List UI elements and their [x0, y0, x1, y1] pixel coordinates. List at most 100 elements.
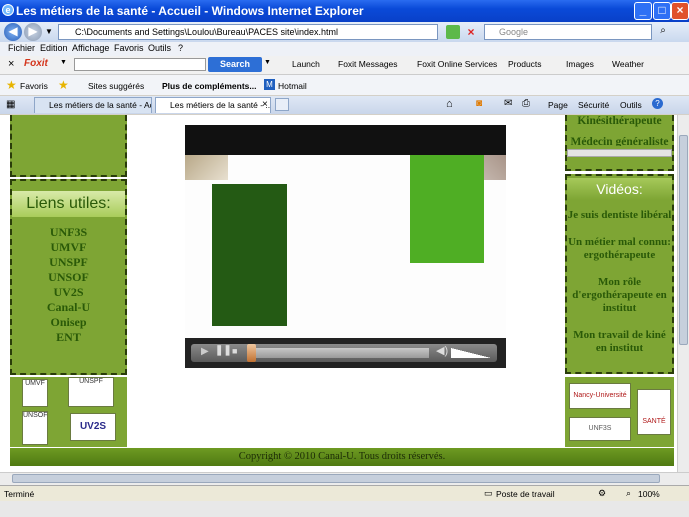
add-favorite-icon[interactable]: ★: [58, 78, 69, 92]
command-securite[interactable]: Sécurité: [578, 100, 609, 110]
videos-title: Vidéos:: [567, 178, 672, 200]
logo-umvf[interactable]: UMVF: [22, 379, 48, 407]
stop-icon[interactable]: ×: [464, 25, 478, 39]
foxit-search-input[interactable]: [74, 58, 206, 71]
search-icon[interactable]: ⌕: [656, 25, 670, 39]
quick-tabs-icon[interactable]: ▦: [6, 99, 15, 110]
volume-icon[interactable]: ◀): [436, 344, 448, 357]
right-link-medecin[interactable]: Médecin généraliste: [567, 136, 672, 146]
video-link-dentiste[interactable]: Je suis dentiste libéral: [567, 209, 672, 222]
left-top-block: [10, 115, 127, 177]
link-umvf[interactable]: UMVF: [12, 240, 125, 255]
menu-favoris[interactable]: Favoris: [114, 43, 144, 53]
menu-bar: Fichier Edition Affichage Favoris Outils…: [0, 42, 689, 56]
left-logos-block: UMVF UNSPF UNSOF UV2S: [10, 377, 127, 447]
menu-fichier[interactable]: Fichier: [8, 43, 35, 53]
video-controls: ▶ ❚❚ ■ ◀): [185, 338, 506, 368]
logo-sante[interactable]: SANTÉ: [637, 389, 671, 435]
horizontal-scroll-thumb[interactable]: [12, 474, 660, 483]
fav-hotmail[interactable]: Hotmail: [278, 81, 307, 91]
toolbar-products[interactable]: Products: [508, 59, 542, 69]
stop-video-icon[interactable]: ■: [232, 346, 237, 356]
foxit-search-button[interactable]: Search: [208, 57, 262, 72]
link-uv2s[interactable]: UV2S: [12, 285, 125, 300]
search-input[interactable]: Google: [484, 24, 652, 40]
print-icon[interactable]: ⎙: [522, 98, 530, 109]
foxit-search-dropdown-icon[interactable]: ▼: [264, 59, 271, 66]
command-page[interactable]: Page: [548, 100, 568, 110]
tab-accueil-1[interactable]: Les métiers de la santé - Acc...: [34, 97, 152, 113]
play-icon[interactable]: ▶: [201, 346, 209, 357]
rss-icon[interactable]: ◙: [476, 98, 482, 109]
tab-close-icon[interactable]: ×: [262, 99, 268, 110]
useful-links-title: Liens utiles:: [12, 191, 125, 217]
toolbar-foxit-messages[interactable]: Foxit Messages: [338, 59, 398, 69]
protected-mode-icon[interactable]: ⚙: [598, 488, 606, 499]
status-text: Terminé: [4, 489, 35, 499]
menu-affichage[interactable]: Affichage: [72, 43, 109, 53]
command-outils[interactable]: Outils: [620, 100, 642, 110]
logo-unspf[interactable]: UNSPF: [68, 377, 114, 407]
home-icon[interactable]: ⌂: [446, 98, 453, 110]
logo-unf3s[interactable]: UNF3S: [569, 417, 631, 441]
useful-links-block: Liens utiles: UNF3S UMVF UNSPF UNSOF UV2…: [10, 179, 127, 375]
web-page: Liens utiles: UNF3S UMVF UNSPF UNSOF UV2…: [0, 115, 677, 472]
link-unsof[interactable]: UNSOF: [12, 270, 125, 285]
video-seek-handle[interactable]: [247, 344, 256, 362]
maximize-button[interactable]: □: [653, 2, 671, 20]
close-button[interactable]: ×: [671, 2, 689, 20]
minimize-button[interactable]: _: [634, 2, 652, 20]
video-player[interactable]: ▶ ❚❚ ■ ◀): [185, 125, 506, 368]
link-ent[interactable]: ENT: [12, 330, 125, 345]
video-link-travail-kine[interactable]: Mon travail de kiné en institut: [567, 329, 672, 355]
logo-unsof[interactable]: UNSOF: [22, 411, 48, 445]
tab-accueil-2[interactable]: Les métiers de la santé - ...: [155, 97, 271, 113]
link-canal-u[interactable]: Canal-U: [12, 300, 125, 315]
vertical-scroll-thumb[interactable]: [679, 135, 688, 345]
fav-plus-complements[interactable]: Plus de compléments...: [162, 81, 256, 91]
menu-edition[interactable]: Edition: [40, 43, 68, 53]
link-unspf[interactable]: UNSPF: [12, 255, 125, 270]
foxit-dropdown-icon[interactable]: ▼: [60, 59, 67, 66]
toolbar-close-icon[interactable]: ×: [8, 58, 14, 70]
video-thumbnail-left: [185, 155, 228, 180]
window-title: Les métiers de la santé - Accueil - Wind…: [16, 4, 364, 18]
link-onisep[interactable]: Onisep: [12, 315, 125, 330]
zoom-level[interactable]: 100%: [638, 489, 660, 499]
toolbar-images[interactable]: Images: [566, 59, 594, 69]
help-icon[interactable]: ?: [652, 98, 663, 109]
link-unf3s[interactable]: UNF3S: [12, 225, 125, 240]
video-link-ergotherapeute[interactable]: Un métier mal connu: ergothérapeute: [567, 236, 672, 262]
status-bar: Terminé ▭ Poste de travail ⚙ ⌕ 100%: [0, 485, 689, 501]
pause-icon[interactable]: ❚❚: [215, 345, 232, 356]
fav-sites-suggeres[interactable]: Sites suggérés: [88, 81, 144, 91]
toolbar-launch[interactable]: Launch: [292, 59, 320, 69]
menu-help[interactable]: ?: [178, 43, 183, 53]
favorites-button[interactable]: Favoris: [20, 81, 48, 91]
refresh-icon[interactable]: [446, 25, 460, 39]
vertical-scrollbar[interactable]: [677, 115, 689, 472]
new-tab-button[interactable]: [275, 98, 289, 111]
volume-slider[interactable]: [451, 348, 491, 358]
toolbar-foxit-online-services[interactable]: Foxit Online Services: [417, 59, 497, 69]
favorites-star-icon: ★: [6, 78, 17, 92]
address-input[interactable]: C:\Documents and Settings\Loulou\Bureau\…: [58, 24, 438, 40]
status-zone: Poste de travail: [496, 489, 555, 499]
back-icon[interactable]: ◀: [4, 23, 22, 41]
toolbar-weather[interactable]: Weather: [612, 59, 644, 69]
forward-icon[interactable]: ▶: [24, 23, 42, 41]
video-link-role-ergotherapeute[interactable]: Mon rôle d'ergothérapeute en institut: [567, 276, 672, 315]
right-top-scrollbar[interactable]: [567, 149, 672, 157]
mail-icon[interactable]: ✉: [504, 98, 512, 109]
logo-nancy-universite[interactable]: Nancy-Université: [569, 383, 631, 409]
videos-block: Vidéos: Je suis dentiste libéral Un méti…: [565, 174, 674, 374]
horizontal-scrollbar[interactable]: [0, 472, 689, 485]
video-seek-bar[interactable]: [247, 348, 429, 358]
right-link-kine[interactable]: Kinésithérapeute: [567, 115, 672, 128]
tab-bar: ▦ Les métiers de la santé - Acc... Les m…: [0, 96, 689, 114]
right-top-block: Kinésithérapeute Médecin généraliste: [565, 115, 674, 171]
history-dropdown-icon[interactable]: ▼: [45, 27, 53, 36]
zoom-icon[interactable]: ⌕: [626, 488, 631, 499]
menu-outils[interactable]: Outils: [148, 43, 171, 53]
logo-uv2s[interactable]: UV2S: [70, 413, 116, 441]
